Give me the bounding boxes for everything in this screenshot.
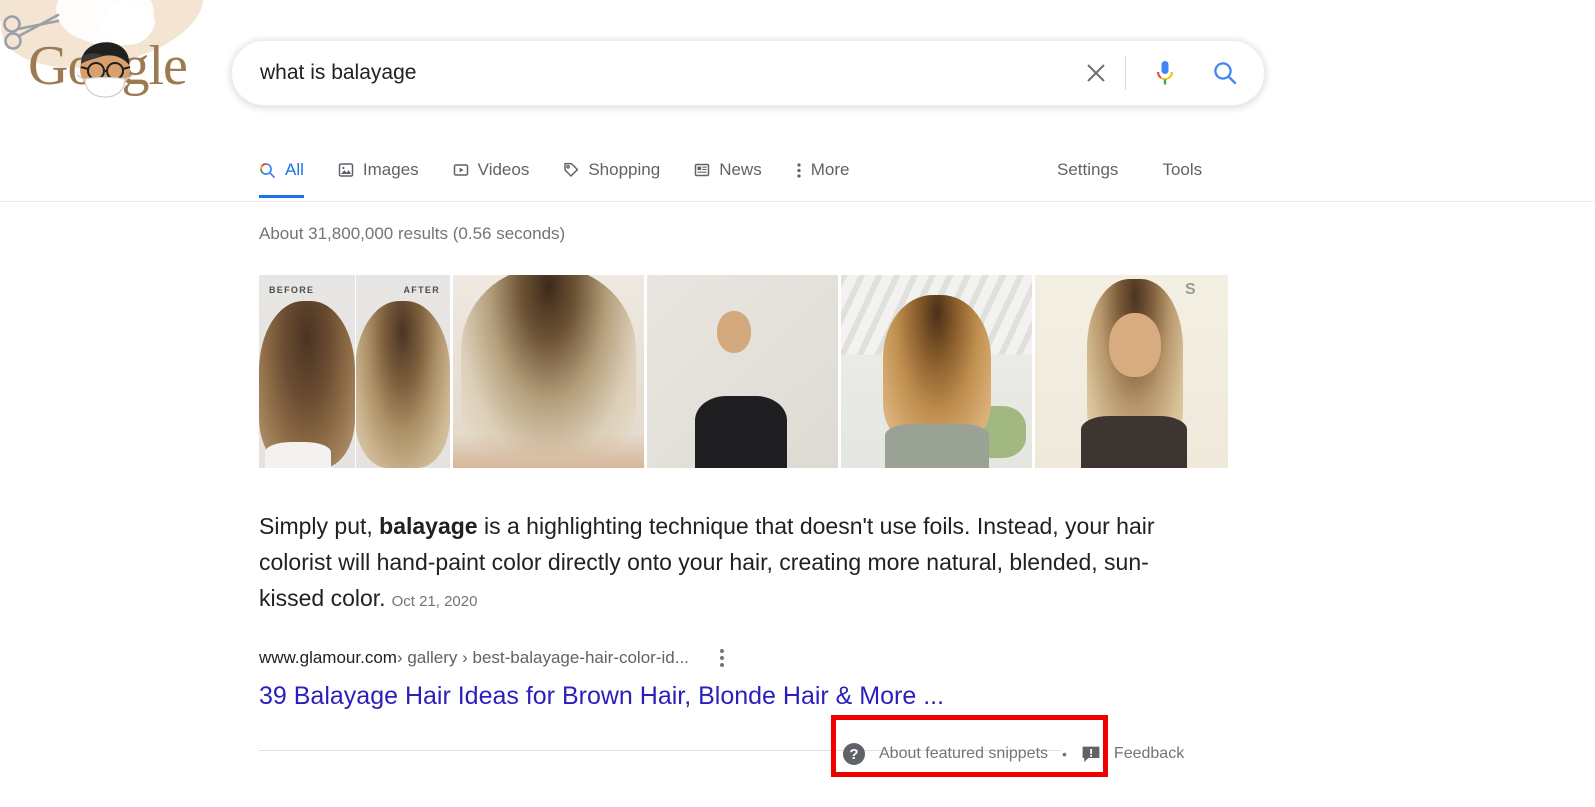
tab-more[interactable]: More	[796, 146, 850, 194]
about-featured-snippets-link[interactable]: About featured snippets	[879, 745, 1048, 763]
feedback-icon[interactable]	[1081, 745, 1101, 764]
result-title-link[interactable]: 39 Balayage Hair Ideas for Brown Hair, B…	[259, 682, 944, 711]
tab-all[interactable]: All	[259, 146, 304, 194]
search-input[interactable]	[260, 61, 1081, 85]
microphone-icon[interactable]	[1148, 56, 1182, 90]
search-nav-bar: All Images Videos	[0, 146, 1595, 202]
featured-snippet-text: Simply put, balayage is a highlighting t…	[259, 508, 1184, 620]
thumbnail-image-3[interactable]	[647, 275, 838, 468]
result-options-menu-icon[interactable]	[711, 646, 733, 670]
tab-images[interactable]: Images	[338, 146, 419, 194]
search-actions	[1081, 41, 1264, 105]
snippet-prefix: Simply put,	[259, 513, 379, 539]
thumbnail-image-1[interactable]: BEFORE AFTER	[259, 275, 450, 468]
tab-videos[interactable]: Videos	[453, 146, 530, 194]
tab-more-label: More	[811, 160, 850, 180]
before-after-divider	[355, 275, 356, 468]
more-vertical-icon	[796, 162, 802, 179]
tab-images-label: Images	[363, 160, 419, 180]
snippet-bold-term: balayage	[379, 513, 477, 539]
tab-videos-label: Videos	[478, 160, 530, 180]
footer-separator: •	[1062, 746, 1067, 762]
thumbnail-image-4[interactable]	[841, 275, 1032, 468]
tab-shopping-label: Shopping	[588, 160, 660, 180]
result-url-line: www.glamour.com › gallery › best-balayag…	[259, 646, 733, 670]
nav-tabs: All Images Videos	[259, 146, 883, 202]
newspaper-icon	[694, 162, 710, 178]
tools-button[interactable]: Tools	[1162, 146, 1202, 194]
feedback-link[interactable]: Feedback	[1114, 745, 1184, 763]
search-bar[interactable]	[231, 40, 1265, 106]
thumbnail-image-5[interactable]: S	[1035, 275, 1228, 468]
question-mark-icon[interactable]: ?	[843, 743, 865, 765]
after-label: AFTER	[404, 285, 441, 295]
results-count: About 31,800,000 results (0.56 seconds)	[259, 224, 565, 244]
settings-label: Settings	[1057, 160, 1118, 180]
search-submit-icon[interactable]	[1208, 56, 1242, 90]
settings-button[interactable]: Settings	[1057, 146, 1118, 194]
thumbnail-image-2[interactable]	[453, 275, 644, 468]
result-url-host: www.glamour.com	[259, 648, 397, 668]
featured-snippet-footer: ? About featured snippets • Feedback	[843, 740, 1184, 768]
snippet-date: Oct 21, 2020	[392, 593, 478, 610]
nav-right-actions: Settings Tools	[1057, 146, 1246, 194]
tab-shopping[interactable]: Shopping	[563, 146, 660, 194]
tag-icon	[563, 162, 579, 178]
search-icon	[259, 162, 276, 179]
tab-news[interactable]: News	[694, 146, 762, 194]
featured-snippet-image-strip: BEFORE AFTER S	[259, 275, 1228, 468]
tab-all-label: All	[285, 160, 304, 180]
tab-news-label: News	[719, 160, 762, 180]
clear-search-icon[interactable]	[1081, 58, 1111, 88]
video-icon	[453, 162, 469, 178]
result-url-path: › gallery › best-balayage-hair-color-id.…	[397, 648, 689, 668]
tools-label: Tools	[1162, 160, 1202, 180]
search-divider	[1125, 56, 1126, 90]
barber-face-icon	[73, 37, 137, 99]
image-icon	[338, 162, 354, 178]
before-label: BEFORE	[269, 285, 314, 295]
google-doodle-logo[interactable]: Google	[0, 0, 200, 118]
